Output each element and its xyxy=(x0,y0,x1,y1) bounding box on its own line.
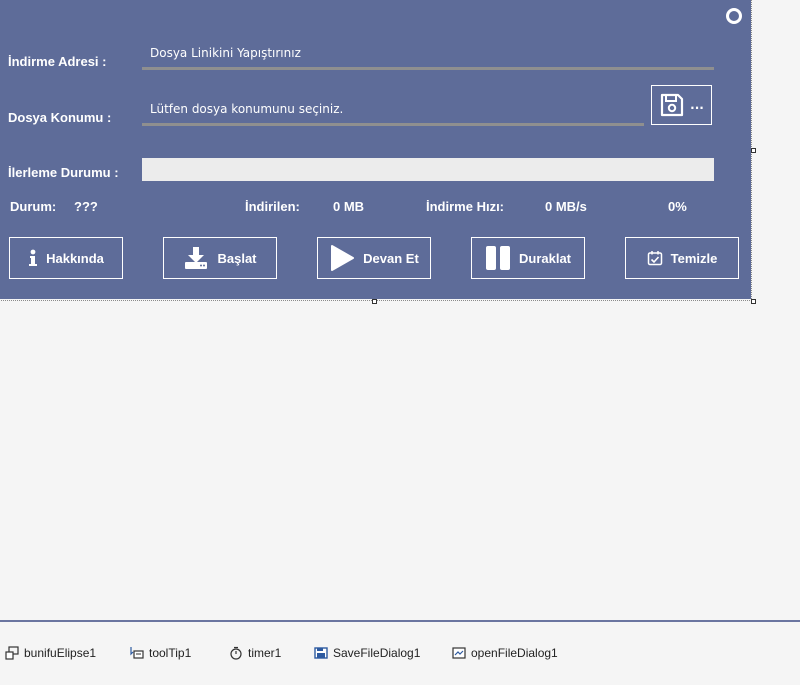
tray-item-openfiledialog[interactable]: openFileDialog1 xyxy=(452,646,558,660)
browse-ellipsis: ... xyxy=(690,98,704,112)
progress-label: İlerleme Durumu : xyxy=(8,165,119,180)
tray-item-label: SaveFileDialog1 xyxy=(333,646,421,660)
downloaded-label: İndirilen: xyxy=(245,199,300,214)
about-button-label: Hakkında xyxy=(46,250,104,266)
url-input[interactable]: Dosya Linikini Yapıştırınız xyxy=(150,46,301,60)
pause-icon xyxy=(485,246,510,270)
location-label: Dosya Konumu : xyxy=(8,110,112,125)
location-input-underline xyxy=(142,123,644,126)
download-icon xyxy=(185,247,208,269)
tray-item-savefiledialog[interactable]: SaveFileDialog1 xyxy=(314,646,420,660)
resume-button[interactable]: Devan Et xyxy=(317,237,431,279)
tray-item-label: toolTip1 xyxy=(149,646,192,660)
pause-button-label: Duraklat xyxy=(518,250,572,266)
tray-item-label: openFileDialog1 xyxy=(471,646,558,660)
progress-bar xyxy=(142,158,714,181)
tray-item-label: bunifuElipse1 xyxy=(24,646,97,660)
stopwatch-icon xyxy=(230,646,242,660)
url-input-underline xyxy=(142,67,714,70)
status-label: Durum: xyxy=(10,199,57,214)
open-dialog-icon xyxy=(452,647,466,659)
speed-label: İndirme Hızı: xyxy=(426,199,505,214)
tray-item-bunifuelipse[interactable]: bunifuElipse1 xyxy=(5,646,96,660)
save-dialog-icon xyxy=(314,647,328,659)
info-icon xyxy=(29,249,38,266)
start-button[interactable]: Başlat xyxy=(163,237,277,279)
tray-item-tooltip[interactable]: toolTip1 xyxy=(130,646,191,660)
browse-save-button[interactable]: ... xyxy=(651,85,712,125)
clear-button[interactable]: Temizle xyxy=(625,237,739,279)
floppy-disk-icon xyxy=(661,93,684,117)
downloaded-value: 0 MB xyxy=(333,199,365,214)
clear-button-label: Temizle xyxy=(670,250,718,266)
component-icon xyxy=(5,646,19,660)
resize-handle-corner[interactable] xyxy=(751,299,756,304)
resize-handle-right[interactable] xyxy=(751,148,756,153)
about-button[interactable]: Hakkında xyxy=(9,237,123,279)
tray-item-label: timer1 xyxy=(248,646,282,660)
download-form: İndirme Adresi : Dosya Linikini Yapıştır… xyxy=(0,0,751,299)
speed-value: 0 MB/s xyxy=(545,199,587,214)
resume-button-label: Devan Et xyxy=(363,250,419,266)
calendar-check-icon xyxy=(647,251,662,266)
percent-value: 0% xyxy=(668,199,687,214)
tray-item-timer[interactable]: timer1 xyxy=(229,646,281,660)
tooltip-icon xyxy=(130,647,144,659)
close-icon[interactable] xyxy=(726,8,742,24)
component-tray: bunifuElipse1 toolTip1 timer1 SaveFileDi… xyxy=(0,620,800,685)
play-icon xyxy=(331,245,355,271)
url-label: İndirme Adresi : xyxy=(8,54,107,69)
start-button-label: Başlat xyxy=(217,250,257,266)
status-value: ??? xyxy=(74,199,98,214)
location-input[interactable]: Lütfen dosya konumunu seçiniz. xyxy=(150,102,343,116)
resize-handle-bottom[interactable] xyxy=(372,299,377,304)
pause-button[interactable]: Duraklat xyxy=(471,237,585,279)
